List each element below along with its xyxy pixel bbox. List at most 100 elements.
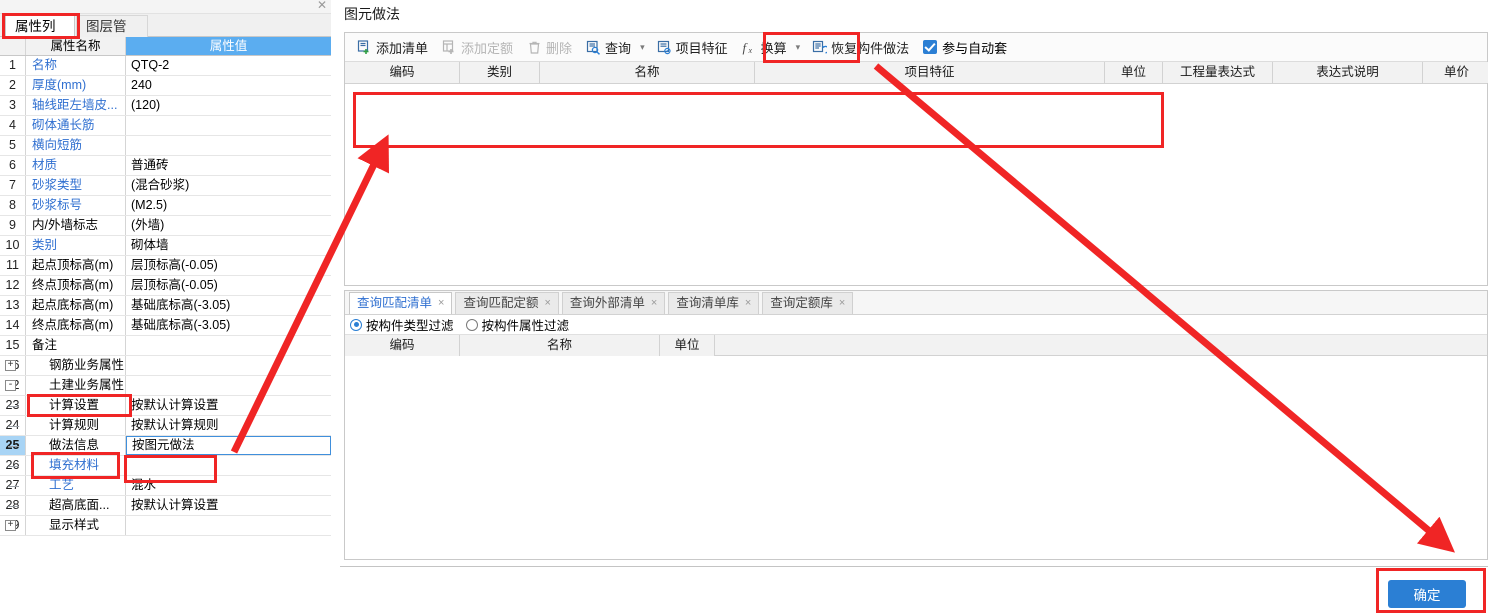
column-header[interactable]: 编码 xyxy=(345,335,460,356)
toolbar-restore-button[interactable]: 恢复构件做法 xyxy=(806,36,915,59)
property-value-cell[interactable]: 层顶标高(-0.05) xyxy=(126,276,331,295)
close-icon[interactable]: × xyxy=(839,293,845,314)
query-tab[interactable]: 查询清单库 × xyxy=(668,292,760,314)
close-icon[interactable]: × xyxy=(651,293,657,314)
radio-button-icon[interactable] xyxy=(465,318,478,331)
property-value-cell[interactable]: 按默认计算设置 xyxy=(126,396,331,415)
column-header[interactable]: 表达式说明 xyxy=(1273,62,1423,83)
chevron-down-icon[interactable]: ▾ xyxy=(795,42,805,53)
property-value-cell[interactable]: 按图元做法 xyxy=(126,436,331,455)
chevron-down-icon[interactable]: ▾ xyxy=(639,42,649,53)
property-row[interactable]: 9 内/外墙标志 (外墙) xyxy=(0,216,331,236)
property-value-cell[interactable]: (混合砂浆) xyxy=(126,176,331,195)
property-row[interactable]: 3 轴线距左墙皮... (120) xyxy=(0,96,331,116)
filter-radio-option[interactable]: 按构件属性过滤 xyxy=(465,315,578,334)
close-icon[interactable]: × xyxy=(745,293,751,314)
property-value-cell[interactable] xyxy=(126,456,331,475)
column-header[interactable]: 名称 xyxy=(460,335,660,356)
property-row-index: 2 xyxy=(0,76,26,95)
property-row[interactable]: 23 计算设置 按默认计算设置 xyxy=(0,396,331,416)
method-table-body[interactable] xyxy=(345,84,1487,285)
property-row[interactable]: 12 终点顶标高(m) 层顶标高(-0.05) xyxy=(0,276,331,296)
property-value-cell[interactable]: (120) xyxy=(126,96,331,115)
property-row[interactable]: 24 计算规则 按默认计算规则 xyxy=(0,416,331,436)
query-tab[interactable]: 查询匹配定额 × xyxy=(455,292,559,314)
query-tab[interactable]: 查询定额库 × xyxy=(762,292,854,314)
column-header[interactable]: 类别 xyxy=(460,62,540,83)
property-row[interactable]: 14 终点底标高(m) 基础底标高(-3.05) xyxy=(0,316,331,336)
property-value-cell[interactable] xyxy=(126,136,331,155)
column-header[interactable]: 工程量表达式 xyxy=(1163,62,1273,83)
panel-tabstrip: 属性列表 图层管理 xyxy=(0,14,331,55)
property-row[interactable]: 1 名称 QTQ-2 xyxy=(0,56,331,76)
toolbar-button-label: 恢复构件做法 xyxy=(831,40,910,56)
property-value-cell[interactable]: 混水 xyxy=(126,476,331,495)
property-row[interactable]: 16+钢筋业务属性 xyxy=(0,356,331,376)
expand-icon[interactable]: + xyxy=(5,360,16,371)
toolbar-feature-button[interactable]: 项目特征 xyxy=(651,36,734,59)
property-name-cell: 起点顶标高(m) xyxy=(26,256,126,275)
screenshot-root: ✕ 属性列表 图层管理 属性名称 属性值 1名称QTQ-22厚度(mm)2403… xyxy=(0,0,1488,615)
property-row[interactable]: 25 做法信息 按图元做法 xyxy=(0,436,331,456)
property-value-cell[interactable]: 基础底标高(-3.05) xyxy=(126,316,331,335)
property-row[interactable]: 2 厚度(mm) 240 xyxy=(0,76,331,96)
property-row[interactable]: 26 填充材料 xyxy=(0,456,331,476)
close-icon[interactable]: ✕ xyxy=(317,0,327,12)
query-tab[interactable]: 查询外部清单 × xyxy=(561,292,666,314)
property-row[interactable]: 4 砌体通长筋 xyxy=(0,116,331,136)
property-value-cell[interactable]: 层顶标高(-0.05) xyxy=(126,256,331,275)
property-row[interactable]: 5 横向短筋 xyxy=(0,136,331,156)
property-row[interactable]: 11 起点顶标高(m) 层顶标高(-0.05) xyxy=(0,256,331,276)
query-tab[interactable]: 查询匹配清单 × xyxy=(349,292,453,314)
property-value-cell[interactable]: (M2.5) xyxy=(126,196,331,215)
property-value-cell[interactable]: 砌体墙 xyxy=(126,236,331,255)
query-table-body[interactable] xyxy=(345,356,1487,559)
toolbar-add-list-button[interactable]: 添加清单 xyxy=(351,36,434,59)
property-value-cell[interactable] xyxy=(126,116,331,135)
property-row[interactable]: 7 砂浆类型 (混合砂浆) xyxy=(0,176,331,196)
property-row[interactable]: 29+显示样式 xyxy=(0,516,331,536)
expand-icon[interactable]: + xyxy=(5,520,16,531)
property-row[interactable]: 28 超高底面... 按默认计算设置 xyxy=(0,496,331,516)
column-header[interactable]: 单位 xyxy=(660,335,715,356)
query-table-header: 编码 名称 单位 xyxy=(345,335,1487,356)
toolbar-fx-button[interactable]: f x 换算 xyxy=(736,36,793,59)
column-header[interactable]: 名称 xyxy=(540,62,755,83)
property-value-cell[interactable]: 普通砖 xyxy=(126,156,331,175)
property-row[interactable]: 6 材质 普通砖 xyxy=(0,156,331,176)
property-value-cell[interactable]: 按默认计算规则 xyxy=(126,416,331,435)
property-value-cell[interactable]: 基础底标高(-3.05) xyxy=(126,296,331,315)
property-row[interactable]: 22-土建业务属性 xyxy=(0,376,331,396)
close-icon[interactable]: × xyxy=(438,293,444,314)
property-value-cell[interactable] xyxy=(126,516,331,535)
property-name-cell: 土建业务属性 xyxy=(26,376,126,395)
radio-button-icon[interactable] xyxy=(350,318,362,331)
property-value-cell[interactable]: QTQ-2 xyxy=(126,56,331,75)
property-row[interactable]: 10 类别 砌体墙 xyxy=(0,236,331,256)
confirm-button[interactable]: 确定 xyxy=(1388,580,1466,608)
column-header[interactable]: 项目特征 xyxy=(755,62,1105,83)
column-header[interactable]: 单位 xyxy=(1105,62,1163,83)
auto-apply-checkbox[interactable]: 参与自动套 xyxy=(923,38,1007,57)
property-value-cell[interactable] xyxy=(126,336,331,355)
property-value-cell[interactable]: 按默认计算设置 xyxy=(126,496,331,515)
property-row[interactable]: 13 起点底标高(m) 基础底标高(-3.05) xyxy=(0,296,331,316)
property-row[interactable]: 8 砂浆标号 (M2.5) xyxy=(0,196,331,216)
collapse-icon[interactable]: - xyxy=(5,380,16,391)
column-header[interactable]: 单价 xyxy=(1423,62,1488,83)
toolbar-search-list-button[interactable]: 查询 xyxy=(580,36,637,59)
filter-radio-group: 按构件类型过滤 按构件属性过滤 xyxy=(345,315,1487,335)
property-value-cell[interactable]: (外墙) xyxy=(126,216,331,235)
property-row[interactable]: 27 工艺 混水 xyxy=(0,476,331,496)
property-name-cell: 名称 xyxy=(26,56,126,75)
property-value-cell[interactable]: 240 xyxy=(126,76,331,95)
property-row[interactable]: 15 备注 xyxy=(0,336,331,356)
filter-radio-option[interactable]: 按构件类型过滤 xyxy=(350,315,462,334)
property-value-cell[interactable] xyxy=(126,376,331,395)
column-header[interactable]: 编码 xyxy=(345,62,460,83)
tab-attribute-list[interactable]: 属性列表 xyxy=(5,15,75,55)
toolbar-button-label: 添加清单 xyxy=(376,40,429,56)
close-icon[interactable]: × xyxy=(544,293,550,314)
tab-layer-management[interactable]: 图层管理 xyxy=(76,15,148,55)
property-value-cell[interactable] xyxy=(126,356,331,375)
